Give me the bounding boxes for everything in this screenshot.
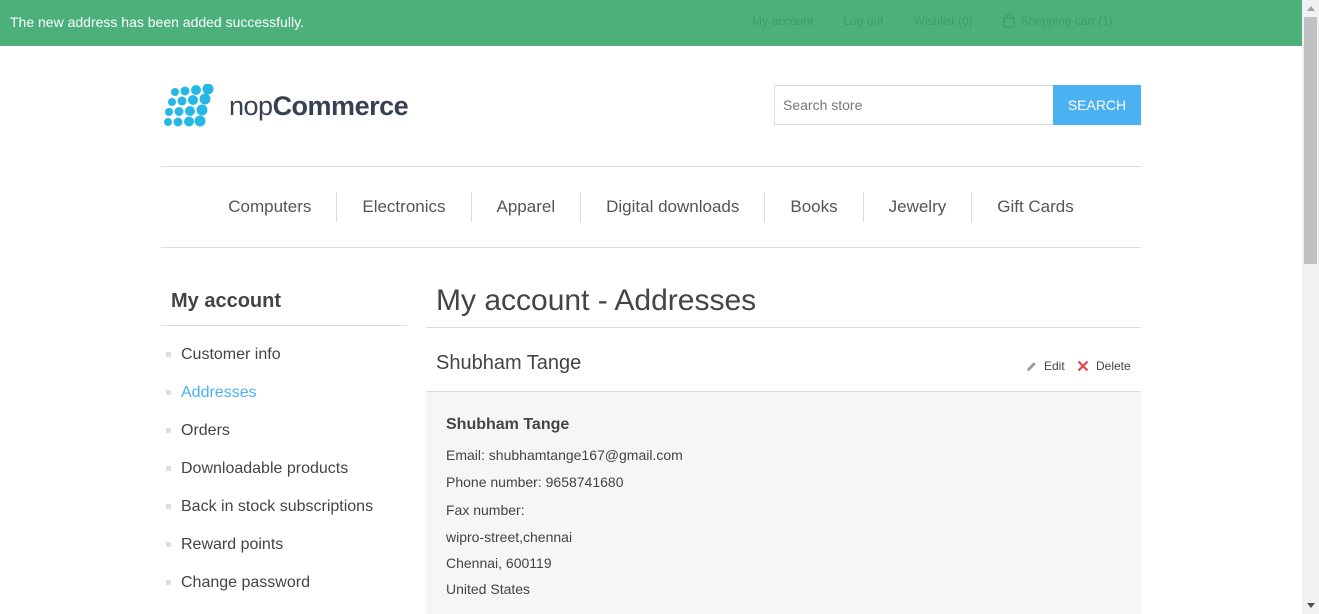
phone-value: 9658741680	[545, 474, 624, 490]
page-title: My account - Addresses	[426, 280, 1141, 328]
sidebar-item-back-in-stock-subscriptions[interactable]: Back in stock subscriptions	[161, 488, 407, 526]
sidebar-item-addresses[interactable]: Addresses	[161, 374, 407, 412]
search-input[interactable]	[774, 85, 1054, 125]
scroll-up-arrow[interactable]	[1302, 0, 1319, 17]
cart-icon	[1003, 14, 1015, 28]
address-street: wipro-street,chennai	[446, 529, 573, 545]
top-menu: Computers Electronics Apparel Digital do…	[161, 166, 1141, 248]
header-link-shopping-cart[interactable]: Shopping cart (1)	[1003, 14, 1143, 28]
bullet-icon	[166, 390, 171, 395]
menu-item-apparel[interactable]: Apparel	[470, 192, 581, 222]
address-details: Shubham Tange Email: shubhamtange167@gma…	[426, 392, 1141, 614]
address-fax: Fax number:	[446, 496, 1121, 524]
scrollbar-thumb[interactable]	[1304, 17, 1317, 264]
sidebar-item-reward-points[interactable]: Reward points	[161, 526, 407, 564]
logo-text: nopCommerce	[229, 90, 409, 122]
nopcommerce-logo[interactable]: nopCommerce	[163, 84, 409, 128]
pencil-icon	[1027, 361, 1036, 371]
header-links: My account Log out Wishlist (0) Shopping…	[752, 14, 1173, 28]
sidebar-item-label: Change password	[181, 574, 310, 591]
shopping-cart-label: Shopping cart (1)	[1020, 14, 1113, 28]
address-country: United States	[446, 581, 531, 597]
address-phone: Phone number: 9658741680	[446, 468, 1121, 496]
delete-label: Delete	[1096, 359, 1131, 373]
email-label: Email:	[446, 447, 485, 463]
edit-address-button[interactable]: Edit	[1026, 359, 1065, 373]
vertical-scrollbar[interactable]	[1302, 0, 1319, 614]
sidebar-item-label: Downloadable products	[181, 460, 349, 477]
delete-address-button[interactable]: Delete	[1077, 359, 1131, 373]
address-email: Email: shubhamtange167@gmail.com	[446, 442, 1121, 468]
menu-item-gift-cards[interactable]: Gift Cards	[971, 192, 1099, 222]
phone-label: Phone number:	[446, 474, 542, 490]
account-navigation: Customer info Addresses Orders Downloada…	[161, 336, 407, 602]
bullet-icon	[166, 352, 171, 357]
email-value: shubhamtange167@gmail.com	[488, 447, 683, 463]
address-header: Shubham Tange Edit Delete	[426, 338, 1141, 392]
menu-item-jewelry[interactable]: Jewelry	[862, 192, 972, 222]
sidebar-item-customer-info[interactable]: Customer info	[161, 336, 407, 374]
header-link-wishlist[interactable]: Wishlist (0)	[913, 14, 972, 28]
sidebar-item-label: Reward points	[181, 536, 284, 553]
edit-label: Edit	[1044, 359, 1065, 373]
menu-item-computers[interactable]: Computers	[203, 192, 336, 222]
logo-dots-icon	[164, 84, 214, 127]
delete-x-icon	[1077, 360, 1089, 372]
header-link-my-account[interactable]: My account	[752, 14, 813, 28]
sidebar-item-downloadable-products[interactable]: Downloadable products	[161, 450, 407, 488]
sidebar-title: My account	[161, 280, 407, 326]
address-full-name: Shubham Tange	[446, 416, 570, 433]
sidebar-item-change-password[interactable]: Change password	[161, 564, 407, 602]
bullet-icon	[166, 580, 171, 585]
success-notification-bar: The new address has been added successfu…	[0, 0, 1302, 46]
logo-text-bold: Commerce	[272, 90, 409, 121]
arrow-down-icon	[1306, 603, 1315, 608]
menu-item-electronics[interactable]: Electronics	[336, 192, 470, 222]
fax-label: Fax number:	[446, 502, 525, 518]
bullet-icon	[166, 428, 171, 433]
search-button[interactable]: SEARCH	[1053, 85, 1141, 125]
menu-item-books[interactable]: Books	[764, 192, 862, 222]
sidebar-item-orders[interactable]: Orders	[161, 412, 407, 450]
bullet-icon	[166, 542, 171, 547]
bullet-icon	[166, 466, 171, 471]
sidebar-item-label: Back in stock subscriptions	[181, 498, 374, 515]
sidebar-item-label: Addresses	[181, 384, 257, 401]
menu-item-digital-downloads[interactable]: Digital downloads	[580, 192, 764, 222]
header-link-log-out[interactable]: Log out	[843, 14, 883, 28]
arrow-up-icon	[1306, 6, 1315, 11]
address-title: Shubham Tange	[436, 352, 582, 374]
scroll-down-arrow[interactable]	[1302, 597, 1319, 614]
bullet-icon	[166, 504, 171, 509]
sidebar-item-label: Orders	[181, 422, 230, 439]
address-city-zip: Chennai, 600119	[446, 555, 552, 571]
sidebar-item-label: Customer info	[181, 346, 281, 363]
logo-text-light: nop	[229, 90, 273, 121]
notification-message: The new address has been added successfu…	[10, 14, 304, 30]
